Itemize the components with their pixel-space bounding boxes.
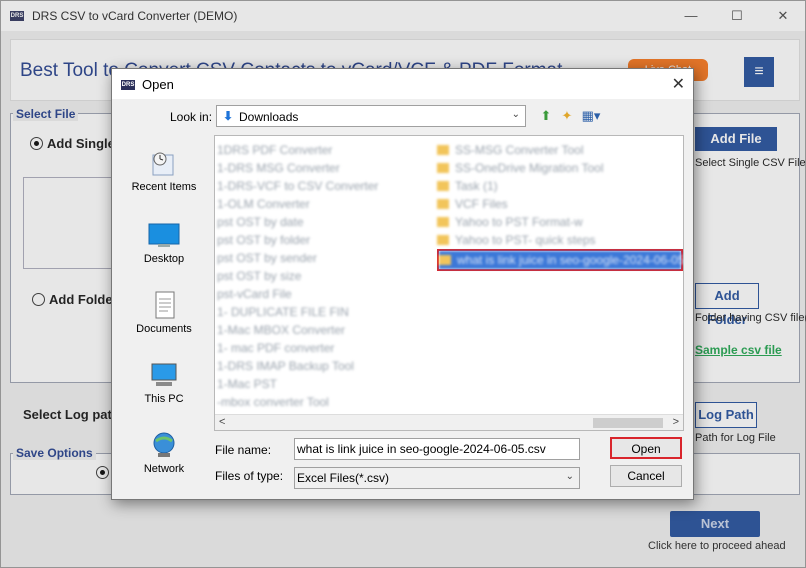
list-item[interactable]: Task (1) [437,177,683,195]
list-item[interactable]: pst OST by date [215,213,430,231]
look-in-value: Downloads [239,110,299,124]
place-this-pc[interactable]: This PC [120,361,208,421]
list-item[interactable]: 1DRS PDF Converter [215,141,430,159]
dialog-titlebar: DRS Open ✕ [112,69,693,99]
downloads-icon: ⬇ [223,109,234,123]
scroll-right-icon[interactable]: > [673,416,679,428]
look-in-label: Look in: [170,110,213,124]
selected-file-highlight: what is link juice in seo-google-2024-06… [437,249,684,271]
dialog-close-icon[interactable]: ✕ [672,74,685,94]
files-of-type-select[interactable]: Excel Files(*.csv) ⌄ [294,467,580,489]
place-label: Recent Items [131,181,197,193]
place-network[interactable]: Network [120,431,208,491]
open-button[interactable]: Open [610,437,682,459]
list-item[interactable]: pst OST by folder [215,231,430,249]
list-item[interactable]: pst OST by sender [215,249,430,267]
up-folder-icon[interactable]: ⬆ [537,107,555,125]
place-label: Desktop [143,253,185,265]
list-item[interactable]: 1- DUPLICATE FILE FIN [215,303,430,321]
places-bar: Recent Items Desktop Documents This PC N… [120,135,208,487]
selected-file-item[interactable]: what is link juice in seo-google-2024-06… [439,251,684,269]
horizontal-scrollbar[interactable]: < > [215,414,683,430]
chevron-down-icon: ⌄ [565,471,574,482]
list-item[interactable]: SS-MSG Converter Tool [437,141,683,159]
place-label: This PC [144,393,184,405]
list-item[interactable]: 1-DRS IMAP Backup Tool [215,357,430,375]
list-item[interactable]: pst-vCard File [215,285,430,303]
list-item[interactable]: 1- mac PDF converter [215,339,430,357]
list-item[interactable]: VCF Files [437,195,683,213]
file-list[interactable]: 1DRS PDF Converter 1-DRS MSG Converter 1… [214,135,684,431]
place-documents[interactable]: Documents [120,291,208,351]
view-menu-icon[interactable]: ▦▾ [579,107,603,125]
list-item[interactable]: 1-DRS-VCF to CSV Converter [215,177,430,195]
files-of-type-label: Files of type: [215,469,284,483]
file-list-right-column: SS-MSG Converter Tool SS-OneDrive Migrat… [437,141,684,271]
list-item[interactable]: 1-Mac PST [215,375,430,393]
dialog-logo: DRS [121,80,135,90]
list-item[interactable]: 1-Mac MBOX Converter [215,321,430,339]
place-label: Documents [136,323,192,335]
this-pc-icon [151,363,177,386]
list-item[interactable]: Yahoo to PST- quick steps [437,231,683,249]
files-of-type-value: Excel Files(*.csv) [297,471,390,485]
scroll-thumb[interactable] [593,418,663,428]
chevron-down-icon: ⌄ [511,109,520,120]
look-in-select[interactable]: ⬇ Downloads ⌄ [216,105,526,127]
cancel-button[interactable]: Cancel [610,465,682,487]
list-item[interactable]: -mbox converter Tool [215,393,430,411]
file-name-label: File name: [215,443,272,457]
list-item[interactable]: pst OST by size [215,267,430,285]
open-dialog: DRS Open ✕ Look in: ⬇ Downloads ⌄ ⬆ ✦ ▦▾… [111,68,694,500]
list-item[interactable]: SS-OneDrive Migration Tool [437,159,683,177]
desktop-icon [148,223,180,247]
dialog-title: Open [142,77,174,92]
recent-items-icon [152,152,174,176]
place-desktop[interactable]: Desktop [120,221,208,281]
file-list-left-column: 1DRS PDF Converter 1-DRS MSG Converter 1… [215,141,430,411]
scroll-left-icon[interactable]: < [219,416,225,428]
place-label: Network [143,463,185,475]
documents-icon [155,291,175,319]
file-name-input[interactable]: what is link juice in seo-google-2024-06… [294,438,580,460]
network-icon [153,432,175,457]
new-folder-icon[interactable]: ✦ [558,107,576,125]
list-item[interactable]: 1-DRS MSG Converter [215,159,430,177]
place-recent-items[interactable]: Recent Items [120,149,208,209]
list-item[interactable]: 1-OLM Converter [215,195,430,213]
list-item[interactable]: Yahoo to PST Format-w [437,213,683,231]
